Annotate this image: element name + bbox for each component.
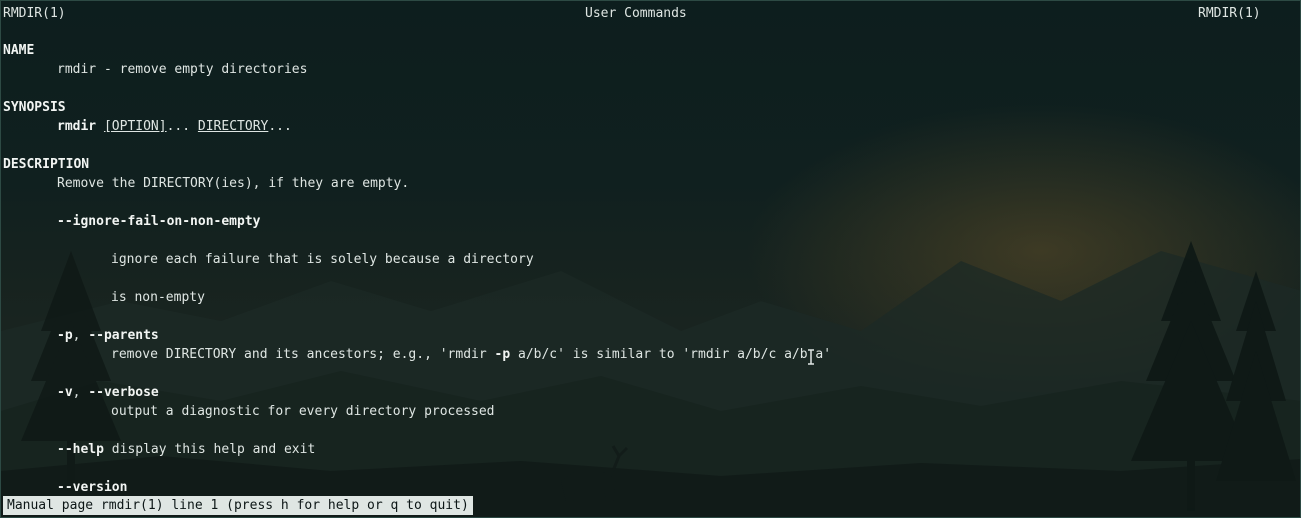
synopsis-ellipsis-1: ... (166, 119, 191, 134)
header-right: RMDIR(1) (1198, 6, 1261, 21)
option-parents-sep: , (72, 328, 89, 343)
option-parents-flags: -p, --parents (57, 326, 159, 345)
description-intro: Remove the DIRECTORY(ies), if they are e… (57, 176, 410, 191)
option-version-flag: --version (57, 480, 128, 495)
option-verbose-text: output a diagnostic for every directory … (111, 404, 495, 419)
option-verbose-flags: -v, --verbose (57, 383, 159, 402)
text-cursor-icon (808, 349, 814, 365)
option-help-flag: --help (57, 442, 104, 457)
option-help: --help display this help and exit (57, 440, 315, 459)
option-parents-text-a: remove DIRECTORY and its ancestors; e.g.… (111, 347, 495, 362)
synopsis-option: [OPTION] (103, 119, 167, 134)
synopsis-line: rmdir [OPTION]... DIRECTORY... (57, 117, 292, 136)
option-verbose-sep: , (72, 385, 89, 400)
option-parents-long: --parents (88, 328, 159, 343)
option-parents-short: -p (57, 328, 73, 343)
section-heading-description: DESCRIPTION (3, 157, 90, 172)
option-verbose-long: --verbose (88, 385, 159, 400)
option-verbose-short: -v (57, 385, 73, 400)
synopsis-command: rmdir (57, 119, 97, 134)
name-text: rmdir - remove empty directories (57, 62, 308, 77)
section-heading-name: NAME (3, 43, 35, 58)
header-center: User Commands (585, 6, 687, 21)
option-ignore-fail-flag: --ignore-fail-on-non-empty (57, 214, 261, 229)
pager-status-bar: Manual page rmdir(1) line 1 (press h for… (3, 496, 473, 515)
option-ignore-fail-text-2: is non-empty (111, 290, 205, 305)
terminal-window[interactable]: RMDIR(1) User Commands RMDIR(1) NAME rmd… (0, 0, 1301, 518)
section-heading-synopsis: SYNOPSIS (3, 100, 66, 115)
option-ignore-fail-text-1: ignore each failure that is solely becau… (111, 252, 534, 267)
synopsis-ellipsis-2: ... (268, 119, 292, 134)
option-parents-text: remove DIRECTORY and its ancestors; e.g.… (111, 345, 831, 364)
option-parents-text-c: a/b/c' is similar to 'rmdir a/b/c a/b a' (510, 347, 832, 362)
synopsis-directory: DIRECTORY (197, 119, 269, 134)
option-parents-text-b: -p (494, 347, 511, 362)
header-left: RMDIR(1) (3, 6, 66, 21)
option-help-text: display this help and exit (103, 442, 316, 457)
